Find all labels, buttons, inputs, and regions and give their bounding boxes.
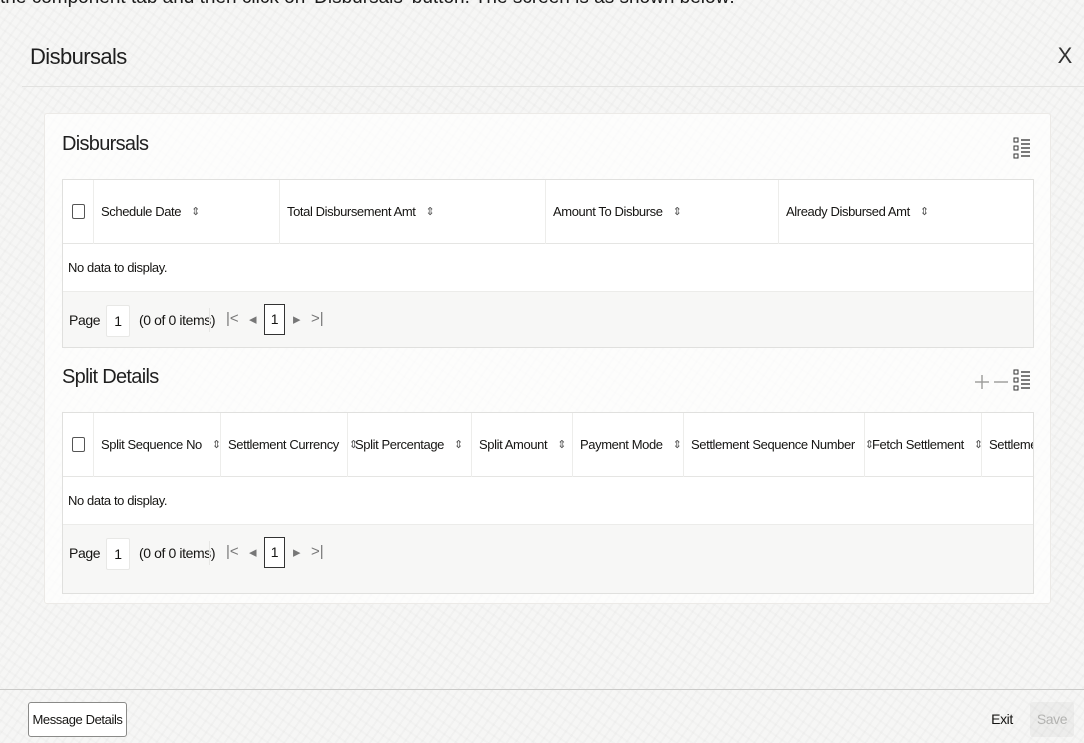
column-header-split-percentage[interactable]: Split Percentage ⇕ xyxy=(355,413,463,477)
column-header-payment-mode[interactable]: Payment Mode ⇕ xyxy=(580,413,682,477)
column-header-settlement-currency[interactable]: Settlement Currency ⇕ xyxy=(228,413,358,477)
column-header-settlement-truncated[interactable]: Settlemen xyxy=(989,413,1033,477)
column-header-fetch-settlement[interactable]: Fetch Settlement ⇕ xyxy=(872,413,983,477)
disbursals-column-list-icon[interactable] xyxy=(1013,137,1031,159)
pager-page-input[interactable]: 1 xyxy=(106,538,130,570)
column-header-schedule-date[interactable]: Schedule Date ⇕ xyxy=(101,180,200,244)
previous-page-icon[interactable]: ◂ xyxy=(249,310,257,328)
split-details-grid: Split Sequence No ⇕ Settlement Currency ⇕ … xyxy=(62,412,1034,594)
column-separator xyxy=(220,413,221,477)
pager-page-input[interactable]: 1 xyxy=(106,305,130,337)
exit-button[interactable]: Exit xyxy=(982,702,1022,737)
sort-icon[interactable]: ⇕ xyxy=(673,207,682,218)
pager-separator xyxy=(209,308,210,332)
footer-divider xyxy=(0,689,1084,690)
split-details-section-title: Split Details xyxy=(62,366,159,388)
column-separator xyxy=(572,413,573,477)
next-page-icon[interactable]: ▸ xyxy=(293,310,301,328)
disbursals-empty-message: No data to display. xyxy=(68,260,168,275)
first-page-icon[interactable]: |< xyxy=(226,310,239,327)
sort-icon[interactable]: ⇕ xyxy=(673,440,682,451)
sort-icon[interactable]: ⇕ xyxy=(920,207,929,218)
column-separator xyxy=(778,180,779,244)
message-details-button[interactable]: Message Details xyxy=(28,702,127,737)
window-title: Disbursals xyxy=(30,44,127,69)
sort-icon[interactable]: ⇕ xyxy=(454,440,463,451)
remove-row-icon[interactable] xyxy=(994,370,1008,392)
column-header-split-sequence-no[interactable]: Split Sequence No ⇕ xyxy=(101,413,221,477)
column-header-already-disbursed-amt[interactable]: Already Disbursed Amt ⇕ xyxy=(786,180,929,244)
disbursals-select-all-checkbox[interactable] xyxy=(72,204,85,219)
column-separator xyxy=(864,413,865,477)
split-details-empty-message: No data to display. xyxy=(68,493,168,508)
disbursals-grid-header: Schedule Date ⇕ Total Disbursement Amt ⇕ A… xyxy=(63,180,1033,244)
cropped-document-caption: the component tab and then click on 'Dis… xyxy=(0,0,1084,9)
split-details-column-list-icon[interactable] xyxy=(1013,369,1031,391)
last-page-icon[interactable]: >| xyxy=(311,543,324,560)
last-page-icon[interactable]: >| xyxy=(311,310,324,327)
column-header-amount-to-disburse[interactable]: Amount To Disburse ⇕ xyxy=(553,180,682,244)
current-page-button[interactable]: 1 xyxy=(264,537,285,568)
column-header-split-amount[interactable]: Split Amount ⇕ xyxy=(479,413,566,477)
column-separator xyxy=(471,413,472,477)
column-separator xyxy=(981,413,982,477)
next-page-icon[interactable]: ▸ xyxy=(293,543,301,561)
pager-item-count: (0 of 0 items) xyxy=(139,545,216,561)
pager-label: Page xyxy=(69,312,101,328)
first-page-icon[interactable]: |< xyxy=(226,543,239,560)
column-header-settlement-sequence-number[interactable]: Settlement Sequence Number ⇕ xyxy=(691,413,874,477)
disbursals-pager: Page 1 (0 of 0 items) |< ◂ 1 ▸ >| xyxy=(63,291,1033,347)
sort-icon[interactable]: ⇕ xyxy=(191,207,200,218)
column-separator xyxy=(545,180,546,244)
split-details-select-all-checkbox[interactable] xyxy=(72,437,85,452)
previous-page-icon[interactable]: ◂ xyxy=(249,543,257,561)
pager-label: Page xyxy=(69,545,101,561)
column-header-total-disbursement-amt[interactable]: Total Disbursement Amt ⇕ xyxy=(287,180,435,244)
disbursals-grid: Schedule Date ⇕ Total Disbursement Amt ⇕ A… xyxy=(62,179,1034,348)
disbursals-section-title: Disbursals xyxy=(62,133,149,155)
current-page-button[interactable]: 1 xyxy=(264,304,285,335)
column-separator xyxy=(683,413,684,477)
add-row-icon[interactable] xyxy=(975,370,989,392)
split-details-grid-header: Split Sequence No ⇕ Settlement Currency ⇕ … xyxy=(63,413,1033,477)
close-button[interactable]: X xyxy=(1054,42,1076,70)
column-separator xyxy=(279,180,280,244)
title-divider xyxy=(22,86,1084,87)
pager-item-count: (0 of 0 items) xyxy=(139,312,216,328)
column-separator xyxy=(93,413,94,477)
sort-icon[interactable]: ⇕ xyxy=(557,440,566,451)
column-separator xyxy=(347,413,348,477)
split-details-pager: Page 1 (0 of 0 items) |< ◂ 1 ▸ >| xyxy=(63,524,1033,593)
column-separator xyxy=(93,180,94,244)
save-button: Save xyxy=(1030,702,1074,737)
pager-separator xyxy=(209,541,210,565)
sort-icon[interactable]: ⇕ xyxy=(425,207,434,218)
